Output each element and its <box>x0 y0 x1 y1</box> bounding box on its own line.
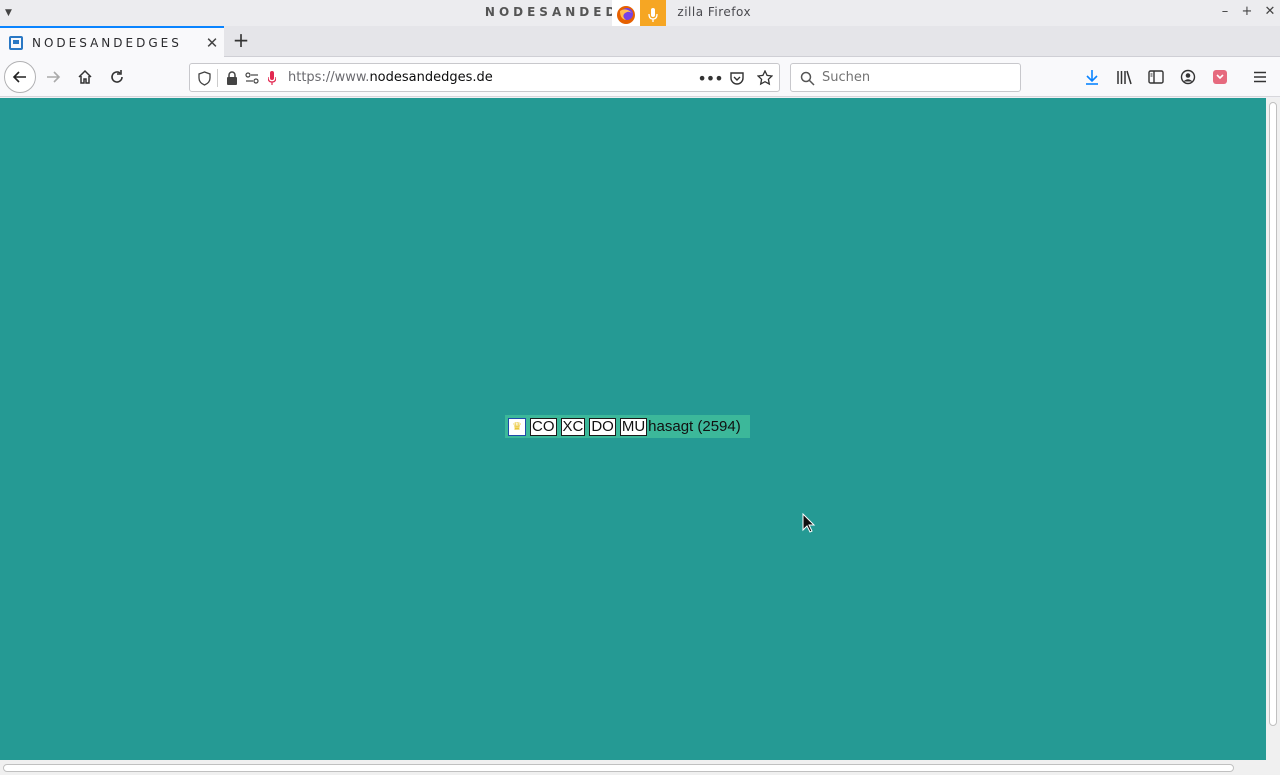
tab-nodesandedges[interactable]: NODESANDEDGES ✕ <box>0 26 224 57</box>
back-button[interactable] <box>4 61 36 93</box>
tab-title: NODESANDEDGES <box>32 35 182 50</box>
forward-button[interactable] <box>38 62 68 92</box>
mouse-cursor-icon <box>802 512 816 537</box>
back-arrow-icon <box>12 71 26 83</box>
close-tab-icon[interactable]: ✕ <box>200 34 224 52</box>
tracking-protection-shield-icon[interactable] <box>196 70 212 86</box>
navigation-toolbar: https://www.nodesandedges.de ••• Suchen <box>0 57 1280 97</box>
close-window-icon[interactable]: ✕ <box>1261 4 1279 19</box>
reload-button[interactable] <box>102 62 132 92</box>
maximize-icon[interactable]: + <box>1238 4 1256 19</box>
search-bar[interactable]: Suchen <box>790 63 1021 92</box>
downloads-icon[interactable] <box>1083 68 1101 86</box>
search-icon <box>799 70 815 86</box>
url-bar[interactable]: https://www.nodesandedges.de ••• <box>189 63 780 92</box>
reload-icon <box>111 70 123 83</box>
url-divider <box>217 69 218 87</box>
system-tray-overlay <box>612 0 666 29</box>
microphone-icon[interactable] <box>640 0 666 29</box>
site-favicon-icon <box>9 35 23 50</box>
search-placeholder: Suchen <box>822 70 871 85</box>
page-actions-menu-icon[interactable]: ••• <box>697 69 723 88</box>
url-host: nodesandedges.de <box>369 70 493 85</box>
new-tab-button[interactable]: + <box>229 28 253 52</box>
firefox-icon[interactable] <box>612 0 640 29</box>
microphone-in-use-icon[interactable] <box>265 70 279 86</box>
player-badge: CO <box>530 417 557 436</box>
sidebar-icon[interactable] <box>1147 68 1165 86</box>
crown-icon: ♛ <box>508 417 526 436</box>
vertical-scrollbar[interactable] <box>1266 98 1280 760</box>
library-icon[interactable] <box>1115 68 1133 86</box>
window-title-part2: zilla Firefox <box>677 5 752 19</box>
url-prefix: https://www. <box>288 70 370 85</box>
account-icon[interactable] <box>1179 68 1197 86</box>
player-name-score: hasagt (2594) <box>648 418 741 435</box>
home-button[interactable] <box>70 62 100 92</box>
tab-strip: NODESANDEDGES ✕ + <box>0 26 1280 57</box>
horizontal-scroll-thumb[interactable] <box>3 764 1234 772</box>
permissions-icon[interactable] <box>244 70 260 86</box>
bookmark-star-icon[interactable] <box>756 70 774 86</box>
hamburger-menu-icon[interactable] <box>1251 68 1269 86</box>
forward-arrow-icon <box>47 71 61 83</box>
vertical-scroll-thumb[interactable] <box>1269 102 1277 726</box>
pocket-icon[interactable] <box>728 70 746 86</box>
player-tag[interactable]: ♛ CO XC DO MU hasagt (2594) <box>505 415 750 438</box>
url-text[interactable]: https://www.nodesandedges.de <box>288 70 493 85</box>
minimize-icon[interactable]: – <box>1216 4 1234 19</box>
player-badge: MU <box>619 417 648 436</box>
pocket-save-icon[interactable] <box>1211 68 1229 86</box>
lock-icon[interactable] <box>224 70 240 86</box>
player-badge: XC <box>560 417 586 436</box>
player-badge: DO <box>589 417 616 436</box>
window-title-part1: NODESANDED <box>484 5 620 19</box>
horizontal-scrollbar[interactable] <box>0 760 1280 775</box>
home-icon <box>78 69 92 84</box>
